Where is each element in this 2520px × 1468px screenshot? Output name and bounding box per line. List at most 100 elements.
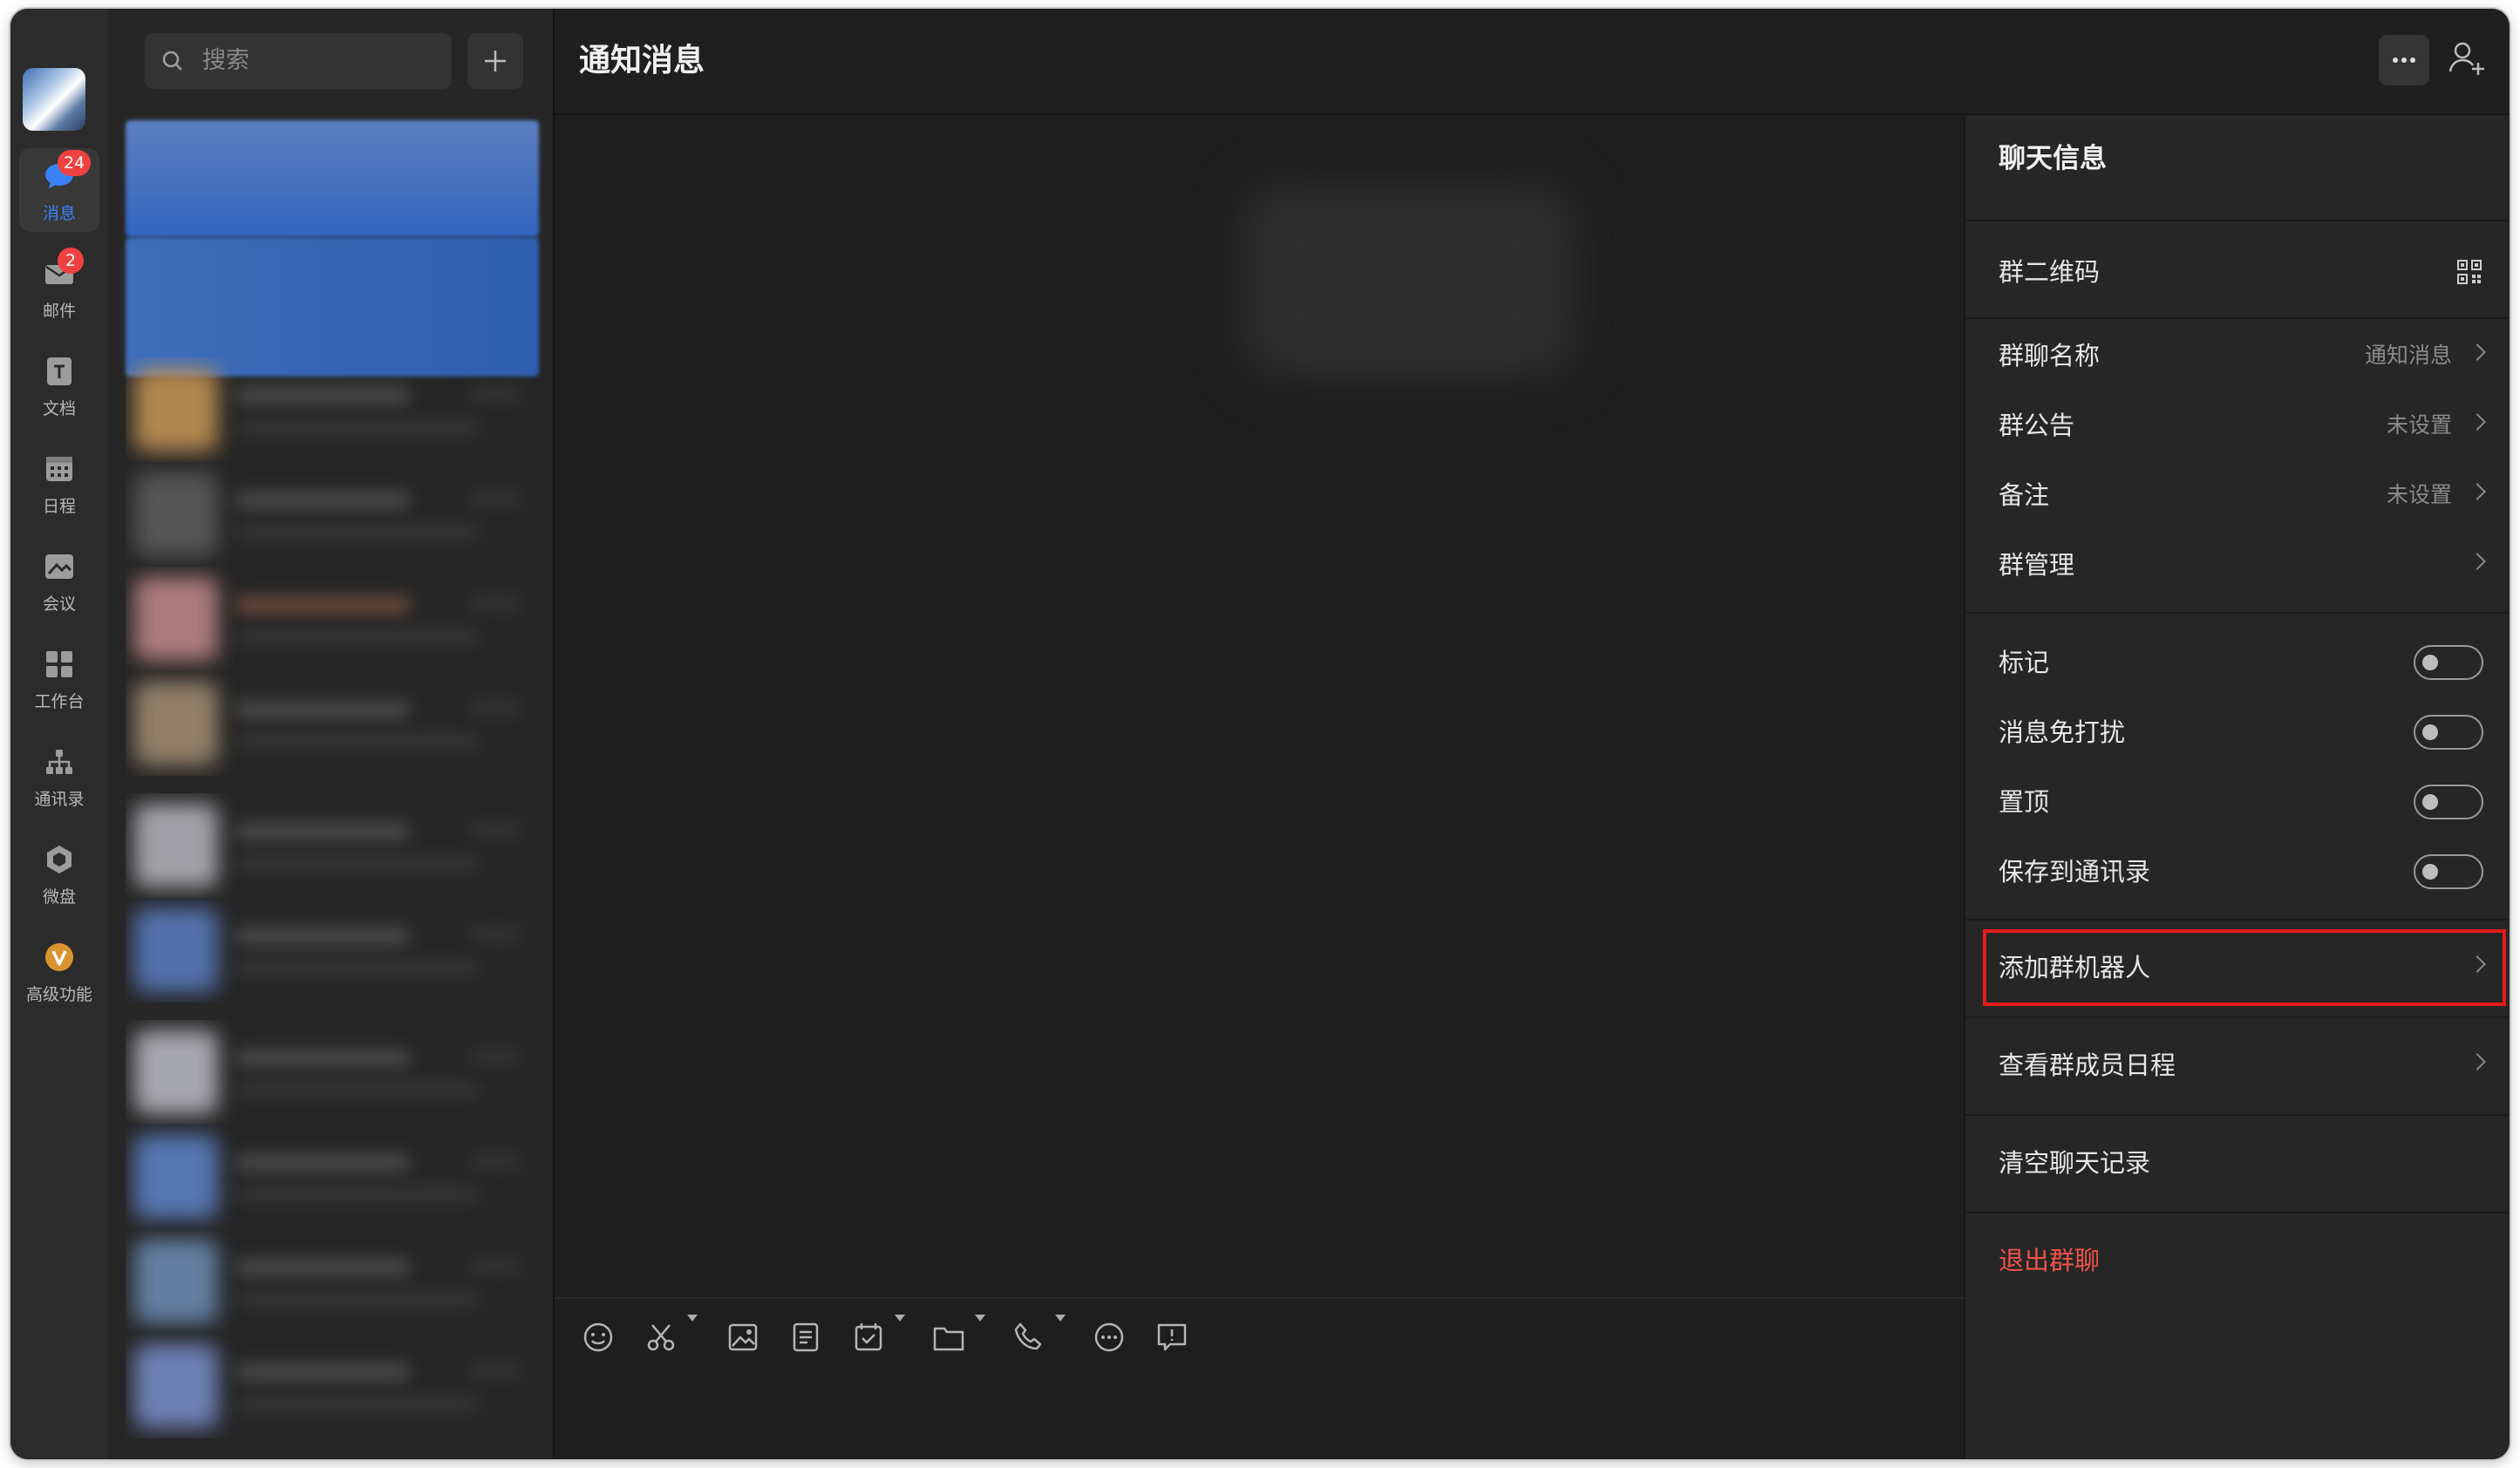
add-member-icon[interactable] xyxy=(2445,37,2489,80)
chevron-right-icon xyxy=(2469,413,2486,431)
chevron-right-icon xyxy=(2469,483,2486,500)
group-name-row[interactable]: 群聊名称 通知消息 xyxy=(1965,321,2510,391)
more-icon xyxy=(2393,58,2415,63)
nav-label: 微盘 xyxy=(42,887,76,907)
divider xyxy=(1965,919,2510,921)
conversation-list: 搜索 xyxy=(108,9,555,1459)
chat-title: 通知消息 xyxy=(579,43,705,78)
leave-group-row[interactable]: 退出群聊 xyxy=(1965,1226,2510,1295)
more-options-button[interactable] xyxy=(2379,35,2429,85)
create-button[interactable] xyxy=(467,33,523,89)
row-label: 标记 xyxy=(1999,648,2050,677)
list-item[interactable] xyxy=(126,567,539,671)
row-label: 退出群聊 xyxy=(1999,1246,2101,1275)
nav-item-premium[interactable]: 高级功能 xyxy=(19,929,99,1013)
blurred-message xyxy=(1243,185,1575,377)
chevron-right-icon xyxy=(2469,553,2486,570)
checklist-icon xyxy=(855,1323,882,1351)
more-tools-button[interactable] xyxy=(1092,1320,1127,1358)
chevron-down-icon[interactable] xyxy=(895,1315,905,1322)
more-circle-icon xyxy=(1094,1322,1124,1352)
search-placeholder: 搜索 xyxy=(202,47,249,74)
list-item[interactable] xyxy=(126,1334,539,1438)
task-button[interactable] xyxy=(851,1320,886,1358)
mark-toggle[interactable] xyxy=(2414,645,2483,680)
calendar-icon xyxy=(46,457,72,481)
contacts-icon xyxy=(46,750,72,774)
folder-icon xyxy=(933,1327,964,1351)
image-button[interactable] xyxy=(725,1320,760,1358)
scissors-icon xyxy=(647,1324,675,1351)
nav-item-drive[interactable]: 微盘 xyxy=(19,832,99,915)
comment-button[interactable] xyxy=(1154,1320,1189,1358)
member-schedule-row[interactable]: 查看群成员日程 xyxy=(1965,1030,2510,1100)
folder-button[interactable] xyxy=(931,1320,966,1358)
group-announcement-row[interactable]: 群公告 未设置 xyxy=(1965,391,2510,460)
nav-label: 高级功能 xyxy=(25,985,92,1004)
qr-code-icon xyxy=(2457,260,2482,284)
list-item[interactable] xyxy=(126,1229,539,1334)
pin-toggle-row: 置顶 xyxy=(1965,767,2510,837)
list-item[interactable] xyxy=(126,793,539,898)
list-item[interactable] xyxy=(126,237,539,377)
save-contacts-toggle[interactable] xyxy=(2414,854,2483,889)
list-item[interactable] xyxy=(126,462,539,567)
row-label: 查看群成员日程 xyxy=(1999,1050,2176,1080)
plus-icon xyxy=(485,51,506,71)
remark-row[interactable]: 备注 未设置 xyxy=(1965,460,2510,530)
call-button[interactable] xyxy=(1011,1320,1046,1358)
chevron-right-icon xyxy=(2469,343,2486,361)
group-manage-row[interactable]: 群管理 xyxy=(1965,530,2510,600)
list-item[interactable] xyxy=(126,1020,539,1125)
nav-item-docs[interactable]: 文档 xyxy=(19,343,99,427)
workbench-icon xyxy=(46,651,72,677)
list-item[interactable] xyxy=(126,357,539,462)
comment-icon xyxy=(1157,1323,1187,1351)
search-input[interactable]: 搜索 xyxy=(145,33,452,89)
chevron-down-icon[interactable] xyxy=(975,1315,985,1322)
user-avatar[interactable] xyxy=(23,68,85,131)
list-item[interactable] xyxy=(126,1125,539,1229)
list-item[interactable] xyxy=(126,898,539,1002)
chat-area: 通知消息 聊天信息 群二维码 群聊名称 通知消息 群公告 未设置 备注 未设置 … xyxy=(555,9,2510,1459)
chat-info-panel: 聊天信息 群二维码 群聊名称 通知消息 群公告 未设置 备注 未设置 群管理 标… xyxy=(1965,115,2510,1459)
emoji-button[interactable] xyxy=(581,1320,616,1358)
nav-label: 通讯录 xyxy=(34,790,85,809)
nav-label: 会议 xyxy=(42,595,76,614)
row-label: 清空聊天记录 xyxy=(1999,1148,2151,1178)
screenshot-button[interactable] xyxy=(644,1320,678,1358)
note-button[interactable] xyxy=(788,1320,823,1358)
nav-label: 邮件 xyxy=(42,302,76,321)
clear-history-row[interactable]: 清空聊天记录 xyxy=(1965,1128,2510,1198)
row-label: 群管理 xyxy=(1999,550,2075,580)
list-item[interactable] xyxy=(126,671,539,776)
nav-item-messages[interactable]: 24 消息 xyxy=(19,148,99,232)
nav-item-workbench[interactable]: 工作台 xyxy=(19,636,99,720)
group-qr-row[interactable]: 群二维码 xyxy=(1965,237,2510,307)
image-icon xyxy=(728,1323,758,1351)
nav-item-mail[interactable]: 2 邮件 xyxy=(19,246,99,330)
chevron-down-icon[interactable] xyxy=(1055,1315,1066,1322)
nav-item-meeting[interactable]: 会议 xyxy=(19,539,99,622)
mute-toggle[interactable] xyxy=(2414,715,2483,750)
save-contacts-toggle-row: 保存到通讯录 xyxy=(1965,837,2510,907)
row-label: 置顶 xyxy=(1999,787,2050,817)
chevron-down-icon[interactable] xyxy=(687,1315,698,1322)
divider xyxy=(1965,1016,2510,1018)
document-icon xyxy=(47,357,72,385)
nav-item-contacts[interactable]: 通讯录 xyxy=(19,734,99,818)
nav-rail: 24 消息 2 邮件 文档 日程 会议 工作台 通讯录 微盘 高级功能 xyxy=(10,9,108,1459)
mark-toggle-row: 标记 xyxy=(1965,628,2510,697)
row-label: 群二维码 xyxy=(1999,257,2101,287)
divider xyxy=(1965,1212,2510,1213)
row-value: 未设置 xyxy=(2386,482,2452,507)
message-composer[interactable] xyxy=(555,1297,1965,1459)
list-item[interactable] xyxy=(126,120,539,237)
pin-toggle[interactable] xyxy=(2414,785,2483,819)
message-area[interactable] xyxy=(555,115,1965,1297)
highlight-box xyxy=(1983,929,2506,1006)
nav-label: 工作台 xyxy=(34,692,85,711)
row-label: 群聊名称 xyxy=(1999,341,2101,370)
nav-item-calendar[interactable]: 日程 xyxy=(19,441,99,525)
row-label: 保存到通讯录 xyxy=(1999,857,2151,887)
